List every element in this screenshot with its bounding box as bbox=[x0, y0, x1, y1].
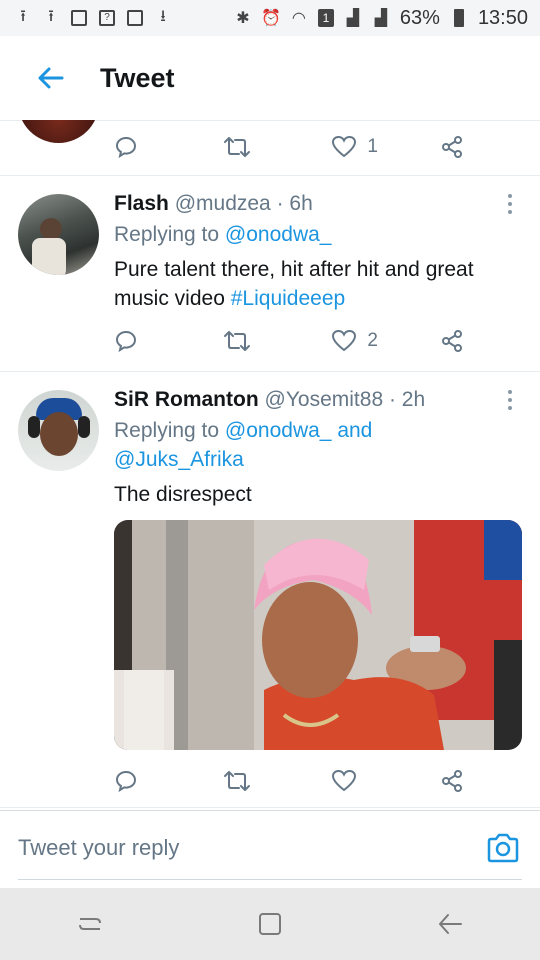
signal-icon: ▟ bbox=[374, 10, 388, 27]
sim-icon: 1 bbox=[317, 9, 334, 27]
tweet-text: The disrespect bbox=[114, 483, 252, 506]
tweet-text-line: Pure talent there, hit after hit and gre… bbox=[114, 258, 474, 281]
and-text: and bbox=[337, 419, 373, 442]
status-bar-right: ✱ ⏰ ◠ 1 ▟ ▟ 63% 13:50 bbox=[234, 7, 528, 30]
system-nav-bar bbox=[0, 888, 540, 960]
replying-label: Replying to bbox=[114, 419, 220, 442]
share-button[interactable] bbox=[440, 329, 464, 353]
share-button[interactable] bbox=[440, 135, 464, 159]
tweet-time: · 2h bbox=[388, 388, 426, 411]
reply-button[interactable] bbox=[114, 135, 174, 159]
app-bar: Tweet bbox=[0, 36, 540, 121]
heart-icon bbox=[332, 135, 357, 158]
upload-icon: ⭱ bbox=[20, 7, 26, 25]
recents-button[interactable] bbox=[60, 904, 120, 944]
share-icon bbox=[441, 136, 462, 158]
retweet-icon bbox=[223, 331, 250, 351]
user-handle[interactable]: @Yosemit88 bbox=[265, 388, 384, 411]
tweet-feed[interactable]: 1 Flash @mudzea · 6h Replying to @onodwa… bbox=[0, 120, 540, 808]
avatar[interactable] bbox=[18, 390, 99, 471]
home-icon bbox=[259, 913, 281, 935]
camera-button[interactable] bbox=[486, 833, 520, 868]
tweet-text: Pure talent there, hit after hit and gre… bbox=[114, 255, 522, 313]
alarm-icon: ⏰ bbox=[260, 10, 281, 27]
tweet-media-photo[interactable] bbox=[114, 520, 522, 750]
reply-icon bbox=[115, 330, 137, 353]
heart-icon bbox=[332, 769, 357, 792]
hashtag-link[interactable]: #Liquideeep bbox=[231, 287, 345, 310]
back-nav-button[interactable] bbox=[420, 904, 480, 944]
bluetooth-icon: ✱ bbox=[236, 10, 250, 27]
retweet-icon bbox=[223, 137, 250, 157]
share-icon bbox=[441, 770, 462, 792]
battery-icon bbox=[450, 8, 468, 28]
battery-percent: 63% bbox=[399, 6, 440, 29]
reply-icon bbox=[115, 770, 137, 793]
download-icon: ⭳ bbox=[160, 7, 166, 25]
upload-icon: ⭱ bbox=[48, 7, 54, 25]
help-icon: ? bbox=[98, 8, 116, 28]
like-button[interactable]: 1 bbox=[331, 135, 391, 159]
avatar[interactable] bbox=[18, 120, 99, 143]
like-count: 2 bbox=[367, 330, 378, 351]
tweet[interactable]: SiR Romanton @Yosemit88 · 2h Replying to… bbox=[0, 372, 540, 808]
tweet[interactable]: 1 bbox=[0, 120, 540, 176]
wifi-icon: ◠ bbox=[291, 10, 306, 27]
mention-link[interactable]: @onodwa_ bbox=[225, 223, 332, 246]
mention-link[interactable]: @onodwa_ bbox=[225, 419, 332, 442]
like-button[interactable]: 2 bbox=[331, 329, 391, 353]
reply-input[interactable]: Tweet your reply bbox=[18, 835, 179, 861]
user-name[interactable]: SiR Romanton bbox=[114, 388, 259, 411]
avatar[interactable] bbox=[18, 194, 99, 275]
home-button[interactable] bbox=[240, 904, 300, 944]
back-button[interactable] bbox=[0, 64, 100, 92]
replying-to: Replying to @onodwa_ bbox=[114, 220, 522, 249]
clock: 13:50 bbox=[477, 6, 528, 29]
recents-icon bbox=[79, 918, 101, 930]
like-button[interactable] bbox=[331, 769, 391, 793]
retweet-button[interactable] bbox=[223, 329, 283, 353]
retweet-icon bbox=[223, 771, 250, 791]
status-bar: ⭱ ⭱ ? ⭳ ✱ ⏰ ◠ 1 ▟ ▟ 63% 13:50 bbox=[0, 0, 540, 36]
retweet-button[interactable] bbox=[223, 769, 283, 793]
like-count: 1 bbox=[367, 136, 378, 157]
gallery-icon bbox=[70, 8, 88, 28]
tweet-content: SiR Romanton @Yosemit88 · 2h Replying to… bbox=[114, 386, 522, 509]
image-icon bbox=[126, 8, 144, 28]
photo-image bbox=[114, 520, 522, 750]
back-arrow-icon bbox=[38, 67, 64, 89]
mention-link[interactable]: @Juks_Afrika bbox=[114, 448, 244, 471]
status-bar-left: ⭱ ⭱ ? ⭳ bbox=[14, 8, 172, 28]
camera-icon bbox=[487, 833, 519, 863]
tweet-actions: 2 bbox=[114, 326, 464, 356]
tweet-time: · 6h bbox=[276, 192, 313, 215]
tweet-actions: 1 bbox=[114, 132, 464, 162]
reply-icon bbox=[115, 136, 137, 159]
reply-underline bbox=[18, 879, 522, 880]
back-nav-icon bbox=[439, 914, 462, 934]
tweet[interactable]: Flash @mudzea · 6h Replying to @onodwa_ … bbox=[0, 176, 540, 372]
user-handle[interactable]: @mudzea bbox=[175, 192, 271, 215]
reply-button[interactable] bbox=[114, 329, 174, 353]
heart-icon bbox=[332, 329, 357, 352]
reply-composer: Tweet your reply bbox=[0, 810, 540, 889]
retweet-button[interactable] bbox=[223, 135, 283, 159]
share-button[interactable] bbox=[440, 769, 464, 793]
replying-to: Replying to @onodwa_ and @Juks_Afrika bbox=[114, 416, 522, 474]
tweet-actions bbox=[114, 766, 464, 796]
user-name[interactable]: Flash bbox=[114, 192, 169, 215]
replying-label: Replying to bbox=[114, 223, 220, 246]
tweet-header: SiR Romanton @Yosemit88 · 2h bbox=[114, 386, 522, 414]
signal-icon: ▟ bbox=[346, 10, 360, 27]
tweet-content: Flash @mudzea · 6h Replying to @onodwa_ … bbox=[114, 190, 522, 313]
reply-button[interactable] bbox=[114, 769, 174, 793]
page-title: Tweet bbox=[100, 62, 175, 93]
share-icon bbox=[441, 330, 462, 352]
tweet-text-line: music video bbox=[114, 287, 225, 310]
tweet-header: Flash @mudzea · 6h bbox=[114, 190, 522, 218]
